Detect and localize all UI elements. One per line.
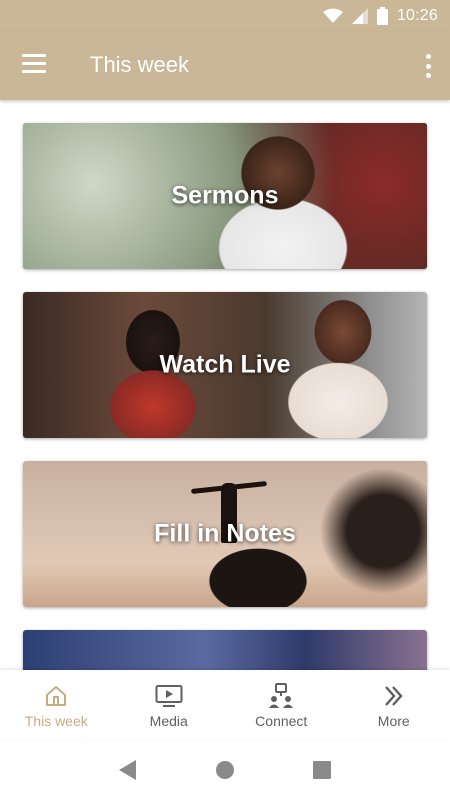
home-circle-icon — [215, 761, 234, 779]
sermons-card-label: Sermons — [171, 181, 279, 210]
recents-square-icon — [312, 761, 331, 779]
nav-item-connect[interactable]: Connect — [225, 670, 338, 740]
nav-item-more[interactable]: More — [338, 670, 450, 740]
media-icon — [155, 682, 183, 710]
bottom-navigation: This week Media Connect More — [0, 670, 450, 740]
menu-icon-line — [22, 70, 46, 73]
menu-icon-line — [22, 54, 46, 57]
more-chevrons-icon — [382, 682, 406, 710]
back-button[interactable] — [108, 750, 148, 790]
nav-label-connect: Connect — [255, 713, 308, 729]
back-triangle-icon — [119, 760, 137, 780]
overflow-menu-button[interactable] — [420, 52, 436, 80]
sermons-card[interactable]: Sermons — [23, 123, 427, 269]
system-navigation-bar — [0, 740, 450, 800]
watch-live-card[interactable]: Watch Live — [23, 292, 427, 438]
menu-button[interactable] — [22, 54, 48, 78]
app-bar: This week — [0, 32, 450, 100]
overflow-dot — [425, 63, 431, 69]
overflow-dot — [425, 54, 431, 59]
fourth-card-image — [23, 630, 427, 670]
fourth-card[interactable] — [23, 630, 427, 670]
nav-label-this-week: This week — [24, 713, 88, 729]
nav-item-media[interactable]: Media — [113, 670, 226, 740]
home-button[interactable] — [205, 750, 245, 790]
fill-in-notes-card-label: Fill in Notes — [154, 519, 296, 548]
status-bar: 10:26 — [0, 0, 450, 32]
battery-icon — [376, 7, 388, 25]
overflow-dot — [425, 73, 431, 78]
watch-live-card-label: Watch Live — [159, 350, 291, 379]
cell-signal-icon — [351, 8, 368, 24]
connect-icon — [268, 682, 294, 710]
nav-item-this-week[interactable]: This week — [0, 670, 113, 740]
nav-label-more: More — [377, 713, 410, 729]
wifi-icon — [322, 8, 343, 23]
screen: 10:26 This week Sermons Watch Live Fill … — [0, 0, 450, 800]
home-icon — [44, 682, 68, 710]
menu-icon-line — [22, 62, 46, 65]
status-time: 10:26 — [396, 7, 438, 24]
content-list: Sermons Watch Live Fill in Notes — [0, 100, 450, 670]
status-icons: 10:26 — [322, 5, 438, 27]
recents-button[interactable] — [302, 750, 342, 790]
page-title: This week — [90, 52, 190, 77]
nav-label-media: Media — [149, 713, 188, 729]
fill-in-notes-card[interactable]: Fill in Notes — [23, 461, 427, 607]
